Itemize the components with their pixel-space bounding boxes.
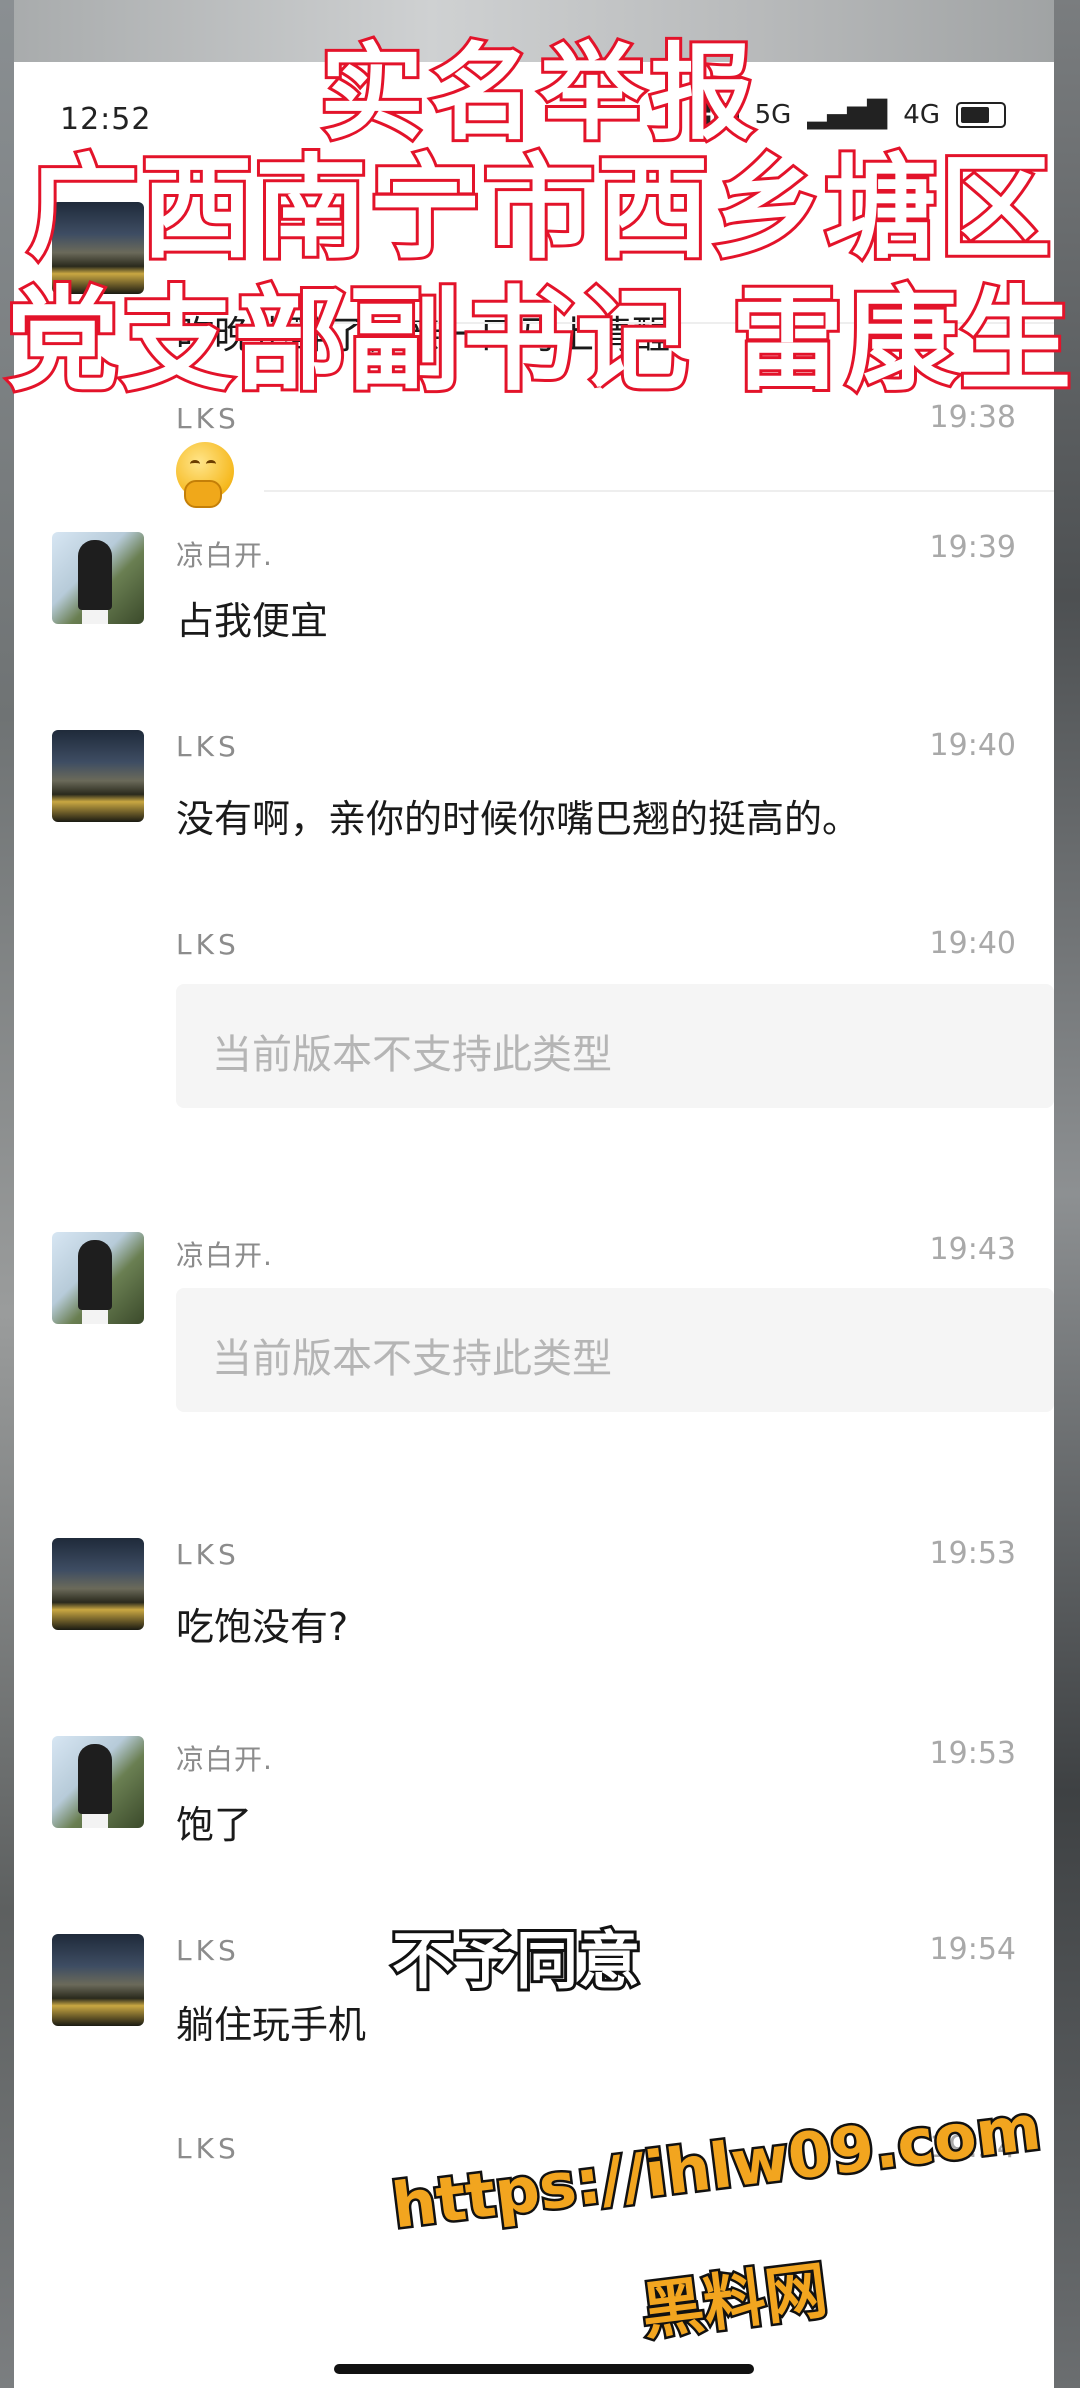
sender-name: LKS — [176, 730, 240, 763]
status-time: 12:52 — [60, 102, 152, 137]
message-text: 没有啊，亲你的时候你嘴巴翘的挺高的。 — [176, 797, 861, 841]
message-time: 19:39 — [929, 530, 1016, 565]
signal-icon: ▂▄▆█ — [807, 100, 888, 130]
unsupported-message[interactable]: 当前版本不支持此类型 — [176, 1288, 1054, 1412]
chat-screen: 12:52 HD 5G ▂▄▆█ 4G 昨晚也醉了，亲一口马上清醒 LKS 19… — [14, 62, 1054, 2388]
avatar[interactable] — [52, 202, 144, 294]
status-bar: 12:52 HD 5G ▂▄▆█ 4G — [14, 62, 1054, 137]
avatar[interactable] — [52, 1934, 144, 2026]
message-time: 19:53 — [929, 1536, 1016, 1571]
message-time: 19:54 — [929, 2130, 1016, 2165]
divider — [264, 490, 1054, 492]
status-icons: HD 5G ▂▄▆█ 4G — [693, 100, 1006, 130]
avatar[interactable] — [52, 1538, 144, 1630]
message-time: 19:54 — [929, 1932, 1016, 1967]
sender-name: LKS — [176, 2132, 240, 2165]
network-5g-icon: 5G — [754, 100, 792, 130]
sender-name: LKS — [176, 1934, 240, 1967]
battery-icon — [956, 102, 1006, 128]
avatar[interactable] — [52, 730, 144, 822]
sender-name: 凉白开. — [176, 1239, 273, 1272]
emoji-hand — [184, 480, 222, 508]
video-background-top — [0, 0, 1080, 62]
message-time: 19:53 — [929, 1736, 1016, 1771]
message-text: 昨晚也醉了，亲一口马上清醒 — [176, 313, 671, 357]
home-indicator[interactable] — [334, 2364, 754, 2374]
message-time: 19:40 — [929, 728, 1016, 763]
unsupported-message[interactable]: 当前版本不支持此类型 — [176, 984, 1054, 1108]
sender-name: 凉白开. — [176, 539, 273, 572]
unsupported-text: 当前版本不支持此类型 — [212, 1336, 612, 1382]
video-background-left — [0, 0, 14, 2388]
message-time: 19:43 — [929, 1232, 1016, 1267]
avatar[interactable] — [52, 1736, 144, 1828]
avatar[interactable] — [52, 1232, 144, 1324]
avatar[interactable] — [52, 532, 144, 624]
message-time: 19:40 — [929, 926, 1016, 961]
message-text: 吃饱没有? — [176, 1605, 349, 1649]
message-text: 占我便宜 — [176, 599, 329, 643]
network-4g-icon: 4G — [903, 100, 940, 130]
unsupported-text: 当前版本不支持此类型 — [212, 1032, 612, 1078]
message-time: 19:38 — [929, 400, 1016, 435]
message-text: 躺住玩手机 — [176, 2003, 367, 2047]
video-background-right — [1054, 0, 1080, 2388]
hd-icon: HD — [693, 103, 739, 127]
sender-name: LKS — [176, 402, 240, 435]
sender-name: LKS — [176, 928, 240, 961]
sender-name: LKS — [176, 1538, 240, 1571]
message-text: 饱了 — [176, 1803, 253, 1847]
divider — [264, 322, 1054, 324]
sender-name: 凉白开. — [176, 1743, 273, 1776]
